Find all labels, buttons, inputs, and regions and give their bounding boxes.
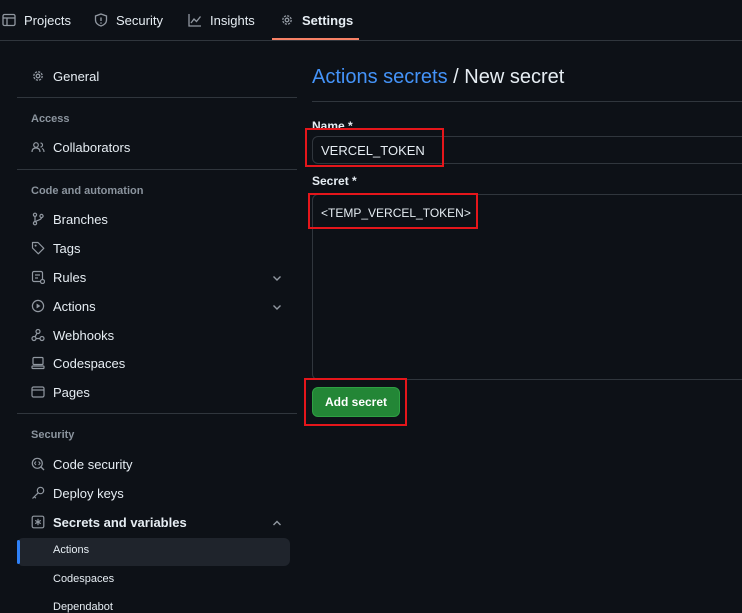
tab-projects[interactable]: Projects xyxy=(2,0,71,40)
tab-insights[interactable]: Insights xyxy=(188,0,255,40)
sidebar-item-label: Deploy keys xyxy=(53,485,124,501)
page-title: Actions secrets / New secret xyxy=(312,66,564,89)
sidebar-item-code-security[interactable]: Code security xyxy=(31,453,132,475)
codespaces-icon xyxy=(31,356,45,370)
active-indicator xyxy=(17,540,20,564)
tab-insights-label: Insights xyxy=(210,12,255,28)
sidebar-item-secrets-variables[interactable]: Secrets and variables xyxy=(31,511,187,533)
sidebar-item-deploy-keys[interactable]: Deploy keys xyxy=(31,482,124,504)
sidebar-item-branches[interactable]: Branches xyxy=(31,208,108,230)
sidebar-heading-code: Code and automation xyxy=(31,185,144,197)
tag-icon xyxy=(31,241,45,255)
sidebar-item-label: Collaborators xyxy=(53,139,131,155)
sidebar-item-label: Rules xyxy=(53,269,87,285)
name-label: Name * xyxy=(312,119,353,133)
sidebar-item-rules[interactable]: Rules xyxy=(31,266,86,288)
sidebar-item-label: General xyxy=(53,68,100,84)
key-icon xyxy=(31,486,45,500)
people-icon xyxy=(31,140,45,154)
gear-icon xyxy=(280,13,294,27)
browser-icon xyxy=(31,385,45,399)
chevron-up-icon[interactable] xyxy=(271,517,283,529)
breadcrumb-current: New secret xyxy=(464,66,565,88)
tab-security[interactable]: Security xyxy=(94,0,163,40)
breadcrumb-link[interactable]: Actions secrets xyxy=(312,66,448,88)
sidebar-item-label: Secrets and variables xyxy=(53,514,187,530)
codescan-icon xyxy=(31,457,45,471)
sidebar-item-label: Webhooks xyxy=(53,327,115,343)
sidebar-divider xyxy=(17,413,297,414)
sidebar-divider xyxy=(17,97,297,98)
tab-security-label: Security xyxy=(116,12,163,28)
sidebar-item-actions[interactable]: Actions xyxy=(31,295,96,317)
sidebar-subitem-actions[interactable]: Actions xyxy=(53,544,89,556)
asterisk-icon xyxy=(31,515,45,529)
sidebar-subitem-dependabot[interactable]: Dependabot xyxy=(53,601,113,613)
secret-label: Secret * xyxy=(312,174,357,188)
breadcrumb-separator: / xyxy=(447,66,465,88)
chevron-down-icon[interactable] xyxy=(271,301,283,313)
repo-nav: Projects Security Insights Settings xyxy=(0,0,742,41)
gear-icon xyxy=(31,69,45,83)
sidebar-item-label: Code security xyxy=(53,456,133,472)
sidebar-item-tags[interactable]: Tags xyxy=(31,237,80,259)
rules-icon xyxy=(31,270,45,284)
sidebar-item-codespaces[interactable]: Codespaces xyxy=(31,352,125,374)
sidebar-divider xyxy=(17,169,297,170)
sidebar-item-label: Tags xyxy=(53,240,81,256)
add-secret-button[interactable]: Add secret xyxy=(312,387,400,417)
secret-name-input[interactable] xyxy=(312,136,742,164)
tab-projects-label: Projects xyxy=(24,12,71,28)
table-icon xyxy=(2,13,16,27)
title-divider xyxy=(312,101,742,102)
sidebar-item-label: Actions xyxy=(53,298,96,314)
sidebar-item-webhooks[interactable]: Webhooks xyxy=(31,324,114,346)
graph-icon xyxy=(188,13,202,27)
tab-settings[interactable]: Settings xyxy=(271,0,360,40)
shield-icon xyxy=(94,13,108,27)
sidebar-heading-security: Security xyxy=(31,429,75,441)
sidebar-item-label: Branches xyxy=(53,211,108,227)
sidebar-item-collaborators[interactable]: Collaborators xyxy=(31,136,130,158)
webhook-icon xyxy=(31,328,45,342)
sidebar-item-label: Codespaces xyxy=(53,355,126,371)
tab-settings-label: Settings xyxy=(302,12,354,28)
sidebar-item-pages[interactable]: Pages xyxy=(31,381,90,403)
sidebar-subitem-codespaces[interactable]: Codespaces xyxy=(53,573,114,585)
sidebar-heading-access: Access xyxy=(31,113,70,125)
chevron-down-icon[interactable] xyxy=(271,272,283,284)
play-icon xyxy=(31,299,45,313)
secret-value-textarea[interactable]: <TEMP_VERCEL_TOKEN> xyxy=(312,194,742,380)
branch-icon xyxy=(31,212,45,226)
sidebar-item-label: Pages xyxy=(53,384,90,400)
sidebar-item-general[interactable]: General xyxy=(31,65,99,87)
